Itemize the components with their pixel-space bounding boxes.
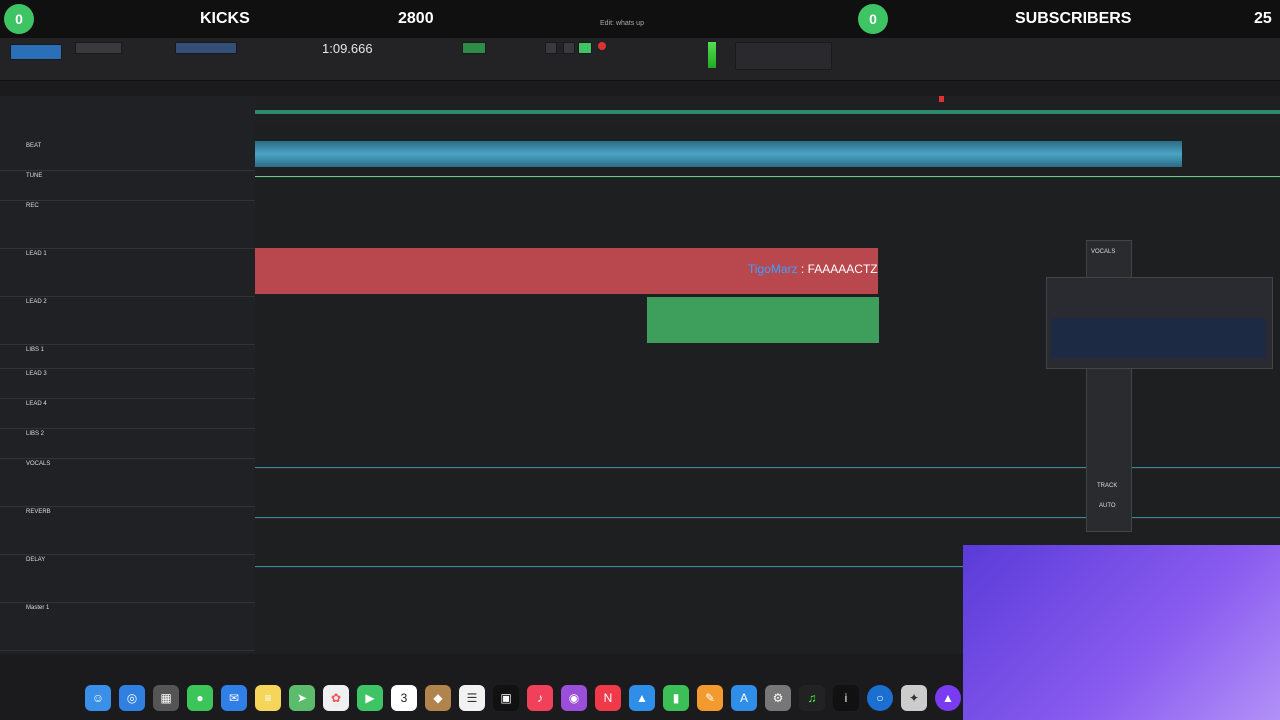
photos-icon[interactable]: ✿: [323, 685, 349, 711]
maps-icon[interactable]: ➤: [289, 685, 315, 711]
kicks-value: 2800: [398, 10, 434, 27]
numbers-icon[interactable]: ▮: [663, 685, 689, 711]
reminders-icon[interactable]: ☰: [459, 685, 485, 711]
podcasts-icon[interactable]: ◉: [561, 685, 587, 711]
track-master[interactable]: Master 1: [0, 602, 255, 651]
keynote-icon[interactable]: ▲: [629, 685, 655, 711]
guitar-icon[interactable]: ♫: [799, 685, 825, 711]
marker-lane: [255, 110, 1280, 114]
track-label: TRACK: [1097, 483, 1118, 489]
record-button[interactable]: [598, 42, 606, 50]
track-name: LIBS 1: [26, 347, 45, 353]
track-lead-1[interactable]: LEAD 1: [0, 248, 255, 297]
webcam-feed: [963, 545, 1280, 720]
track-name: LEAD 4: [26, 401, 47, 407]
compass-icon[interactable]: ✦: [901, 685, 927, 711]
kicks-label: KICKS: [200, 10, 250, 27]
timeline-ruler[interactable]: [255, 96, 1280, 124]
news-icon[interactable]: N: [595, 685, 621, 711]
track-vocals[interactable]: VOCALS: [0, 458, 255, 507]
protools-icon[interactable]: ▲: [935, 685, 961, 711]
track-delay[interactable]: DELAY: [0, 554, 255, 603]
track-name: TUNE: [26, 173, 43, 179]
stop-button[interactable]: [563, 42, 575, 54]
track-tune[interactable]: TUNE: [0, 170, 255, 201]
grid-settings[interactable]: [735, 42, 832, 70]
ilok-icon[interactable]: i: [833, 685, 859, 711]
track-name: DELAY: [26, 557, 46, 563]
finder-icon[interactable]: ☺: [85, 685, 111, 711]
safari-icon[interactable]: ◎: [119, 685, 145, 711]
mail-icon[interactable]: ✉: [221, 685, 247, 711]
circle-icon[interactable]: ○: [867, 685, 893, 711]
finder2-icon[interactable]: ◆: [425, 685, 451, 711]
macos-dock: ☺ ◎ ▦ ● ✉ ≡ ➤ ✿ ▶ 3 ◆ ☰ ▣ ♪ ◉ N ▲ ▮ ✎ A …: [80, 680, 970, 716]
facetime-icon[interactable]: ▶: [357, 685, 383, 711]
notes-icon[interactable]: ≡: [255, 685, 281, 711]
kicks-count-badge: 0: [4, 4, 34, 34]
track-reverb[interactable]: REVERB: [0, 506, 255, 555]
auto-label: AUTO: [1099, 503, 1116, 509]
track-name: REC: [26, 203, 39, 209]
beat-audio-clip[interactable]: [255, 141, 1182, 167]
chat-message: TigoMarz : FAAAAACTZ: [748, 262, 878, 276]
edit-tools[interactable]: [175, 42, 237, 54]
edit-mode-buttons[interactable]: [75, 42, 122, 54]
play-button[interactable]: [578, 42, 592, 54]
track-name: Master 1: [26, 605, 50, 611]
strip-name: VOCALS: [1091, 249, 1116, 255]
tv-icon[interactable]: ▣: [493, 685, 519, 711]
track-libs-2[interactable]: LIBS 2: [0, 428, 255, 459]
track-lead-3[interactable]: LEAD 3: [0, 368, 255, 399]
track-lead-4[interactable]: LEAD 4: [0, 398, 255, 429]
nudge-indicator: [462, 42, 486, 54]
track-rec[interactable]: REC: [0, 200, 255, 249]
main-counter: 1:09.666: [322, 41, 373, 56]
track-name: LIBS 2: [26, 431, 45, 437]
output-meter: [708, 42, 716, 68]
track-name: LEAD 1: [26, 251, 47, 257]
window-title: Edit: whats up: [600, 20, 644, 27]
track-beat[interactable]: BEAT: [0, 140, 255, 171]
messages-icon[interactable]: ●: [187, 685, 213, 711]
track-name: REVERB: [26, 509, 51, 515]
chat-text: : FAAAAACTZ: [800, 262, 878, 276]
plugin-display: [1051, 318, 1266, 358]
stream-overlay-bar: 0 KICKS 2800 Edit: whats up 0 SUBSCRIBER…: [0, 0, 1280, 38]
settings-icon[interactable]: ⚙: [765, 685, 791, 711]
calendar-icon[interactable]: 3: [391, 685, 417, 711]
rewind-button[interactable]: [545, 42, 557, 54]
track-lead-2[interactable]: LEAD 2: [0, 296, 255, 345]
track-name: LEAD 3: [26, 371, 47, 377]
track-name: LEAD 2: [26, 299, 47, 305]
pages-icon[interactable]: ✎: [697, 685, 723, 711]
pro-tools-toolbar: 1:09.666: [0, 38, 1280, 81]
chat-username: TigoMarz: [748, 262, 798, 276]
appstore-icon[interactable]: A: [731, 685, 757, 711]
mode-buttons[interactable]: [10, 44, 62, 60]
track-name: VOCALS: [26, 461, 51, 467]
launchpad-icon[interactable]: ▦: [153, 685, 179, 711]
subscribers-count-badge: 0: [858, 4, 888, 34]
playhead-marker[interactable]: [939, 96, 944, 102]
music-icon[interactable]: ♪: [527, 685, 553, 711]
track-name: BEAT: [26, 143, 42, 149]
lead-2-audio-clip[interactable]: [647, 297, 879, 343]
plugin-window[interactable]: [1046, 277, 1273, 369]
track-libs-1[interactable]: LIBS 1: [0, 344, 255, 369]
tune-lane-line: [255, 176, 1280, 178]
subscribers-label: SUBSCRIBERS: [1015, 10, 1132, 27]
subscribers-value: 25: [1254, 10, 1272, 27]
